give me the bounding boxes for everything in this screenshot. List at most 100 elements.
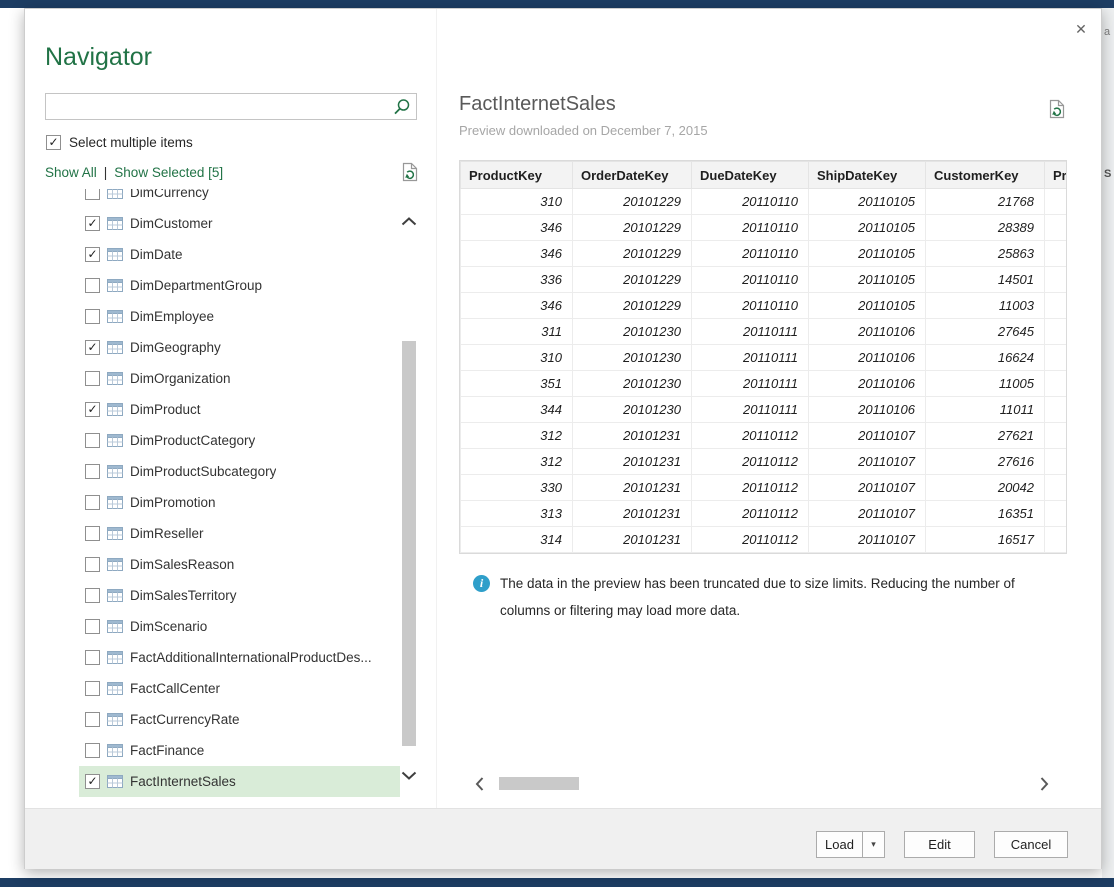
item-checkbox[interactable]: ✓ bbox=[85, 216, 100, 231]
item-checkbox[interactable] bbox=[85, 743, 100, 758]
table-name: DimGeography bbox=[130, 340, 221, 355]
table-cell: 20110105 bbox=[809, 267, 926, 293]
table-cell: 20110110 bbox=[692, 241, 809, 267]
table-cell: 20110106 bbox=[809, 319, 926, 345]
table-list-item[interactable]: DimProductCategory bbox=[79, 425, 400, 456]
table-list-item[interactable]: FactFinance bbox=[79, 735, 400, 766]
table-name: DimProductSubcategory bbox=[130, 464, 276, 479]
item-checkbox[interactable] bbox=[85, 433, 100, 448]
scroll-down-icon[interactable] bbox=[401, 771, 417, 780]
item-checkbox[interactable] bbox=[85, 278, 100, 293]
table-cell: 20110110 bbox=[692, 215, 809, 241]
item-checkbox[interactable]: ✓ bbox=[85, 774, 100, 789]
item-checkbox[interactable] bbox=[85, 309, 100, 324]
table-list-item[interactable]: ✓DimCustomer bbox=[79, 208, 400, 239]
search-input[interactable] bbox=[46, 94, 390, 119]
link-separator: | bbox=[104, 165, 108, 180]
table-cell: 16624 bbox=[926, 345, 1045, 371]
column-header: ProductKey bbox=[461, 162, 573, 189]
scroll-right-icon[interactable] bbox=[1040, 777, 1049, 791]
item-checkbox[interactable] bbox=[85, 588, 100, 603]
table-list-item[interactable]: DimScenario bbox=[79, 611, 400, 642]
table-icon bbox=[107, 310, 123, 323]
preview-title: FactInternetSales bbox=[459, 93, 616, 116]
table-cell: 20110112 bbox=[692, 423, 809, 449]
background-text-fragment: a bbox=[1104, 26, 1110, 38]
table-list-item[interactable]: FactAdditionalInternationalProductDes... bbox=[79, 642, 400, 673]
table-cell bbox=[1045, 527, 1068, 553]
horizontal-scrollbar[interactable] bbox=[459, 776, 1067, 792]
table-cell bbox=[1045, 345, 1068, 371]
item-checkbox[interactable]: ✓ bbox=[85, 340, 100, 355]
table-icon bbox=[107, 496, 123, 509]
table-list-item[interactable]: DimSalesReason bbox=[79, 549, 400, 580]
search-box[interactable] bbox=[45, 93, 417, 120]
table-list-item[interactable]: DimOrganization bbox=[79, 363, 400, 394]
table-list-item[interactable]: DimReseller bbox=[79, 518, 400, 549]
table-list-item[interactable]: FactCallCenter bbox=[79, 673, 400, 704]
preview-table-container: ProductKeyOrderDateKeyDueDateKeyShipDate… bbox=[459, 160, 1067, 554]
item-checkbox[interactable] bbox=[85, 681, 100, 696]
item-checkbox[interactable] bbox=[85, 557, 100, 572]
vertical-scrollbar-thumb[interactable] bbox=[402, 341, 416, 746]
table-list-item[interactable]: FactCurrencyRate bbox=[79, 704, 400, 735]
info-icon: i bbox=[473, 575, 490, 592]
table-list-item[interactable]: DimDepartmentGroup bbox=[79, 270, 400, 301]
search-icon[interactable] bbox=[393, 98, 411, 121]
table-cell: 20110107 bbox=[809, 501, 926, 527]
table-list-item[interactable]: DimPromotion bbox=[79, 487, 400, 518]
table-list-item[interactable]: ✓DimDate bbox=[79, 239, 400, 270]
table-cell: 20110112 bbox=[692, 449, 809, 475]
table-list-item[interactable]: DimEmployee bbox=[79, 301, 400, 332]
table-cell: 20110112 bbox=[692, 501, 809, 527]
show-selected-link[interactable]: Show Selected [5] bbox=[114, 165, 223, 180]
refresh-icon[interactable] bbox=[402, 162, 419, 185]
table-cell: 11005 bbox=[926, 371, 1045, 397]
table-cell: 313 bbox=[461, 501, 573, 527]
table-cell: 28389 bbox=[926, 215, 1045, 241]
table-row: 35120101230201101112011010611005 bbox=[461, 371, 1068, 397]
item-checkbox[interactable]: ✓ bbox=[85, 402, 100, 417]
cancel-button[interactable]: Cancel bbox=[994, 831, 1068, 858]
item-checkbox[interactable] bbox=[85, 712, 100, 727]
table-list-item[interactable]: ✓FactInternetSales bbox=[79, 766, 400, 797]
horizontal-scrollbar-thumb[interactable] bbox=[499, 777, 579, 790]
item-checkbox[interactable] bbox=[85, 371, 100, 386]
table-icon bbox=[107, 682, 123, 695]
vertical-scrollbar[interactable] bbox=[400, 189, 418, 799]
table-list-item[interactable]: ✓ DimGeography bbox=[79, 332, 400, 363]
table-cell: 20110107 bbox=[809, 475, 926, 501]
filter-links-row: Show All | Show Selected [5] bbox=[45, 165, 419, 185]
item-checkbox[interactable]: ✓ bbox=[85, 247, 100, 262]
edit-button[interactable]: Edit bbox=[904, 831, 975, 858]
load-button[interactable]: Load bbox=[816, 831, 863, 858]
table-name: DimReseller bbox=[130, 526, 204, 541]
table-list-item[interactable]: DimSalesTerritory bbox=[79, 580, 400, 611]
table-icon bbox=[107, 189, 123, 199]
scroll-up-icon[interactable] bbox=[401, 217, 417, 226]
table-cell bbox=[1045, 293, 1068, 319]
table-row: 33020101231201101122011010720042 bbox=[461, 475, 1068, 501]
select-multiple-row[interactable]: ✓ Select multiple items bbox=[46, 135, 193, 150]
load-dropdown-button[interactable]: ▾ bbox=[862, 831, 885, 858]
table-name: DimSalesTerritory bbox=[130, 588, 237, 603]
table-row: 31220101231201101122011010727616 bbox=[461, 449, 1068, 475]
item-checkbox[interactable] bbox=[85, 464, 100, 479]
table-icon bbox=[107, 558, 123, 571]
table-cell: 312 bbox=[461, 423, 573, 449]
refresh-preview-icon[interactable] bbox=[1049, 99, 1066, 124]
item-checkbox[interactable] bbox=[85, 189, 100, 200]
table-list-item[interactable]: ✓DimProduct bbox=[79, 394, 400, 425]
table-cell: 20110106 bbox=[809, 345, 926, 371]
table-cell: 20110112 bbox=[692, 527, 809, 553]
table-list-item[interactable]: DimProductSubcategory bbox=[79, 456, 400, 487]
item-checkbox[interactable] bbox=[85, 495, 100, 510]
item-checkbox[interactable] bbox=[85, 619, 100, 634]
table-cell: 20110112 bbox=[692, 475, 809, 501]
scroll-left-icon[interactable] bbox=[475, 777, 484, 791]
item-checkbox[interactable] bbox=[85, 650, 100, 665]
select-multiple-checkbox[interactable]: ✓ bbox=[46, 135, 61, 150]
table-list-item[interactable]: DimCurrency bbox=[79, 189, 400, 208]
item-checkbox[interactable] bbox=[85, 526, 100, 541]
show-all-link[interactable]: Show All bbox=[45, 165, 97, 180]
